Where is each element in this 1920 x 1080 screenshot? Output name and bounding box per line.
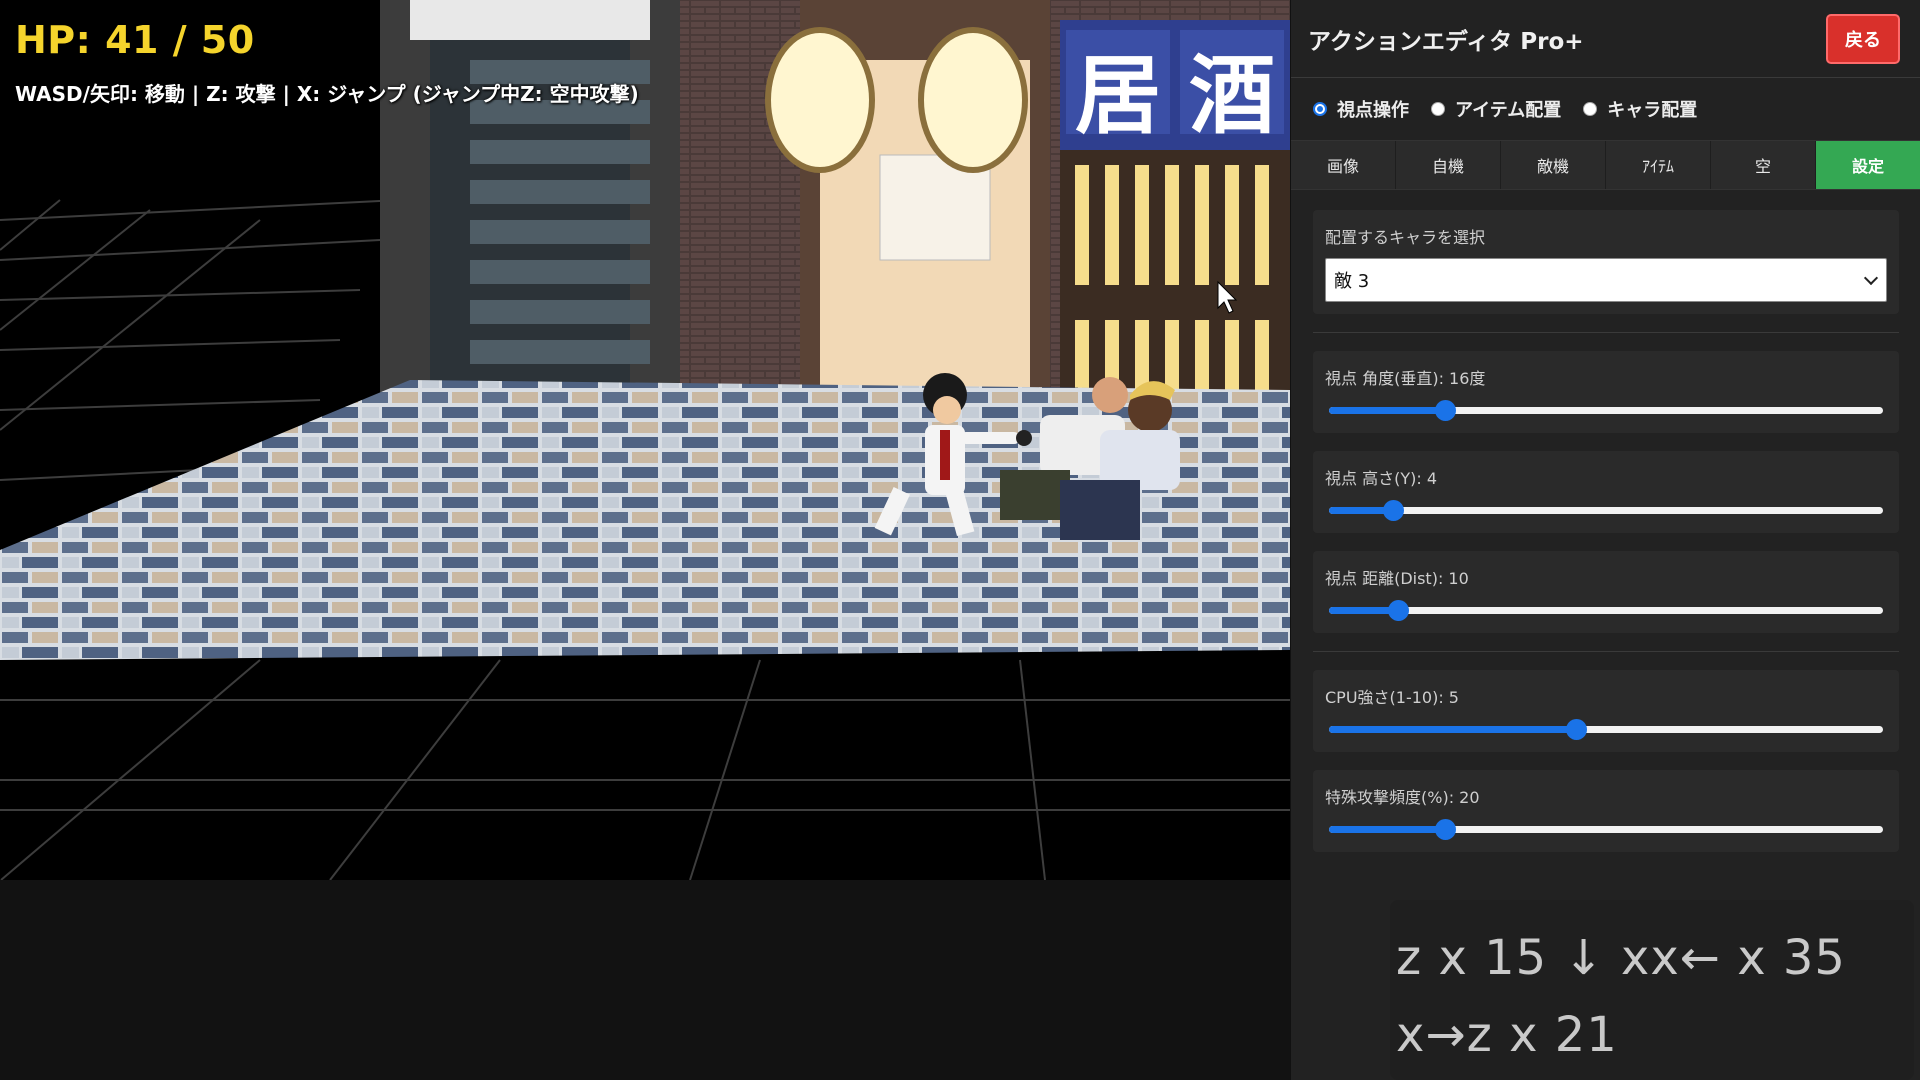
slider-thumb[interactable]	[1435, 819, 1457, 840]
mode-view-option[interactable]: 視点操作	[1313, 96, 1409, 122]
slider-thumb[interactable]	[1382, 500, 1404, 521]
radio-char[interactable]	[1583, 102, 1598, 116]
slider-card-cpu: CPU強さ(1-10): 5	[1313, 670, 1899, 752]
mode-char-option[interactable]: キャラ配置	[1583, 96, 1697, 122]
mode-char-label: キャラ配置	[1607, 100, 1698, 121]
building-backdrop: 居 酒	[380, 0, 1290, 400]
panel-title: アクションエディタ Pro+	[1308, 28, 1584, 55]
radio-view[interactable]	[1313, 102, 1327, 116]
tab-item[interactable]: ｱｲﾃﾑ	[1606, 141, 1711, 189]
sign-char-2: 酒	[1189, 46, 1275, 146]
slider-special-rate[interactable]	[1329, 818, 1883, 840]
slider-label-cpu: CPU強さ(1-10): 5	[1325, 688, 1459, 707]
slider-height[interactable]	[1329, 499, 1883, 521]
tab-sky[interactable]: 空	[1711, 141, 1816, 189]
slider-card-height: 視点 高さ(Y): 4	[1313, 451, 1899, 533]
divider	[1313, 332, 1899, 333]
slider-label-height: 視点 高さ(Y): 4	[1325, 469, 1438, 488]
char-select-dropdown[interactable]: 敵 3	[1325, 258, 1887, 302]
tab-player[interactable]: 自機	[1396, 141, 1501, 189]
controls-help: WASD/矢印: 移動 | Z: 攻撃 | X: ジャンプ (ジャンプ中Z: 空…	[15, 82, 639, 106]
combo-line-2: x→z x 21	[1396, 1006, 1618, 1063]
divider	[1313, 651, 1899, 652]
slider-distance[interactable]	[1329, 599, 1883, 621]
char-select-label: 配置するキャラを選択	[1325, 228, 1486, 247]
mode-item-label: アイテム配置	[1455, 100, 1562, 121]
slider-card-special: 特殊攻撃頻度(%): 20	[1313, 770, 1899, 852]
char-select-card: 配置するキャラを選択 敵 3	[1313, 210, 1899, 314]
mode-view-label: 視点操作	[1337, 100, 1409, 121]
tab-image[interactable]: 画像	[1291, 141, 1396, 189]
char-select-value: 敵 3	[1334, 271, 1370, 292]
panel-header: アクションエディタ Pro+ 戻る	[1291, 0, 1920, 78]
slider-thumb[interactable]	[1388, 600, 1410, 621]
slider-thumb[interactable]	[1435, 400, 1457, 421]
game-scene: 居 酒	[0, 0, 1290, 1080]
tab-settings[interactable]: 設定	[1816, 141, 1920, 189]
slider-label-special: 特殊攻撃頻度(%): 20	[1325, 788, 1480, 807]
chevron-down-icon	[1863, 270, 1879, 285]
slider-cpu-strength[interactable]	[1329, 718, 1883, 740]
tab-enemy[interactable]: 敵機	[1501, 141, 1606, 189]
slider-card-angle: 視点 角度(垂直): 16度	[1313, 351, 1899, 433]
combo-line-1: z x 15 ↓ xx← x 35	[1396, 930, 1846, 986]
hp-readout: HP: 41 / 50	[15, 18, 255, 62]
radio-item[interactable]	[1431, 102, 1445, 116]
slider-angle[interactable]	[1329, 399, 1883, 421]
sign-char-1: 居	[1075, 46, 1161, 146]
slider-card-distance: 視点 距離(Dist): 10	[1313, 551, 1899, 633]
tab-bar: 画像 自機 敵機 ｱｲﾃﾑ 空 設定	[1291, 140, 1920, 190]
slider-thumb[interactable]	[1565, 719, 1587, 740]
mode-item-option[interactable]: アイテム配置	[1431, 96, 1561, 122]
slider-label-angle: 視点 角度(垂直): 16度	[1325, 369, 1486, 388]
mode-radio-group: 視点操作 アイテム配置 キャラ配置	[1291, 78, 1920, 140]
back-button[interactable]: 戻る	[1826, 13, 1900, 64]
combo-overlay: z x 15 ↓ xx← x 35 x→z x 21	[1390, 900, 1914, 1080]
game-viewport[interactable]: 居 酒 HP: 41 / 50 WASD/矢印: 移動 | Z: 攻撃 | X:…	[0, 0, 1290, 1080]
slider-label-distance: 視点 距離(Dist): 10	[1325, 569, 1469, 588]
